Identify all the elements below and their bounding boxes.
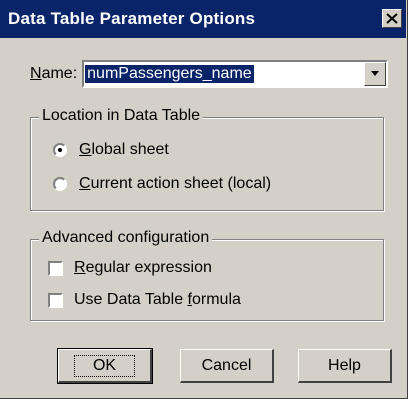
radio-current-action-sheet[interactable]: Current action sheet (local): [53, 175, 271, 193]
combobox-dropdown-button[interactable]: [364, 62, 387, 86]
title-bar[interactable]: Data Table Parameter Options: [0, 0, 406, 38]
checkbox-box[interactable]: [48, 260, 63, 276]
name-combobox-value[interactable]: numPassengers_name: [85, 65, 254, 83]
checkbox-box[interactable]: [48, 292, 63, 308]
close-button[interactable]: [382, 9, 402, 28]
parameter-options-dialog: Data Table Parameter Options Name: numPa…: [0, 0, 408, 399]
advanced-groupbox: Advanced configuration Regular expressio…: [30, 229, 384, 321]
advanced-legend: Advanced configuration: [39, 229, 213, 247]
radio-global-sheet-label: Global sheet: [79, 141, 169, 158]
ok-button-label: OK: [73, 354, 136, 377]
chevron-down-icon: [371, 71, 380, 76]
radio-button[interactable]: [53, 143, 67, 157]
checkbox-use-formula-label: Use Data Table formula: [74, 291, 241, 308]
close-icon: [386, 13, 398, 24]
radio-global-sheet[interactable]: Global sheet: [53, 141, 169, 159]
radio-button[interactable]: [53, 177, 67, 191]
help-button-label: Help: [328, 356, 361, 374]
name-label: Name:: [30, 65, 78, 82]
location-groupbox: Location in Data Table Global sheet Curr…: [30, 107, 384, 211]
window-title: Data Table Parameter Options: [8, 9, 256, 28]
radio-current-action-sheet-label: Current action sheet (local): [79, 175, 272, 192]
location-legend: Location in Data Table: [39, 107, 204, 125]
name-row: Name: numPassengers_name: [30, 60, 389, 88]
help-button[interactable]: Help: [298, 349, 392, 383]
ok-button[interactable]: OK: [57, 348, 153, 384]
cancel-button[interactable]: Cancel: [180, 349, 274, 383]
checkbox-regular-expression-label: Regular expression: [74, 259, 212, 276]
name-combobox[interactable]: numPassengers_name: [82, 60, 389, 88]
radio-selected-dot: [58, 148, 62, 152]
cancel-button-label: Cancel: [201, 356, 252, 374]
checkbox-regular-expression[interactable]: Regular expression: [48, 259, 212, 277]
checkbox-use-formula[interactable]: Use Data Table formula: [48, 291, 241, 309]
